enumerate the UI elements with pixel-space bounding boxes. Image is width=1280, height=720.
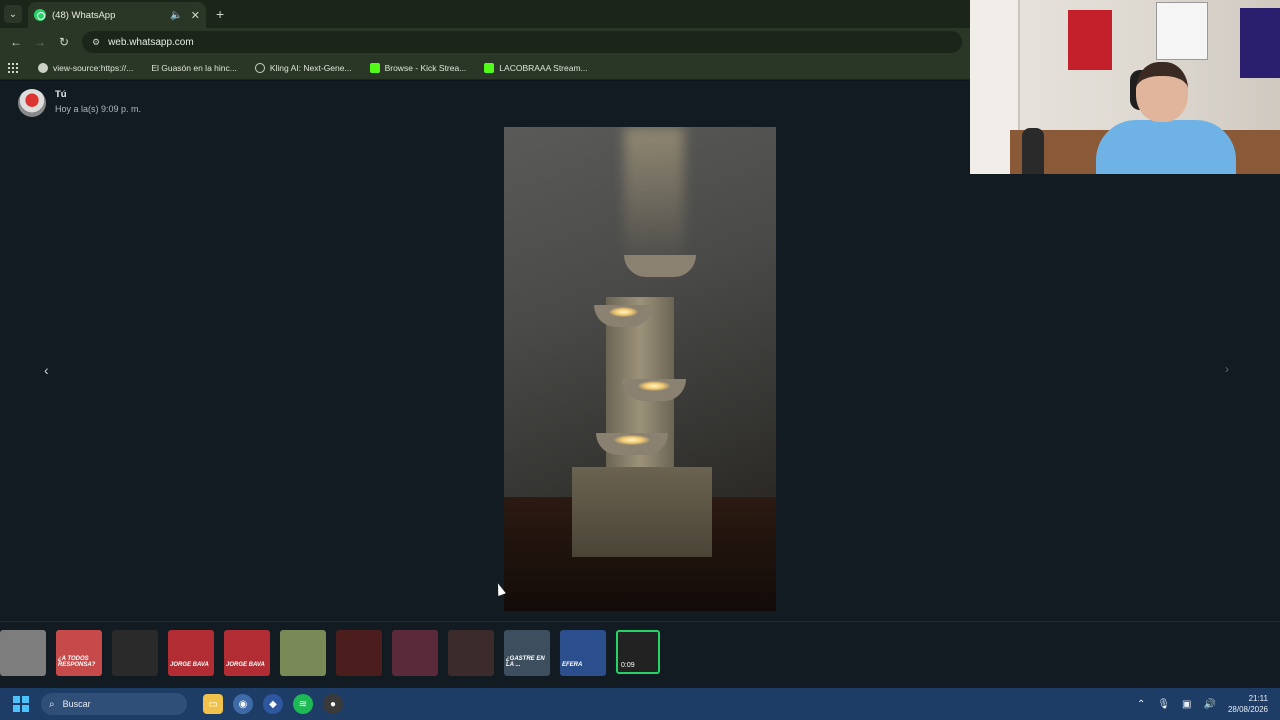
tab-title: (48) WhatsApp <box>52 9 116 21</box>
sent-time: Hoy a la(s) 9:09 p. m. <box>55 104 142 114</box>
chrome-icon[interactable]: ◉ <box>233 694 253 714</box>
forward-icon[interactable]: → <box>28 35 52 49</box>
apps-grid-icon[interactable] <box>8 62 18 73</box>
bookmark-kick-browse[interactable]: Browse - Kick Strea... <box>369 62 467 73</box>
bookmark-label: LACOBRAAA Stream... <box>499 62 588 73</box>
webcam-overlay <box>970 0 1280 174</box>
media-thumbnail[interactable] <box>112 630 158 676</box>
new-tab-icon[interactable]: + <box>216 6 224 22</box>
head <box>1136 62 1188 122</box>
media-thumbnail[interactable] <box>392 630 438 676</box>
streamer <box>1096 60 1236 174</box>
whatsapp-icon <box>34 9 46 21</box>
light-glow <box>624 127 684 267</box>
system-tray: ⌃ 🎙 ▣ 🔊 21:11 28/08/2026 <box>1137 688 1280 720</box>
clock-time: 21:11 <box>1248 694 1268 703</box>
close-tab-icon[interactable]: ✕ <box>191 9 200 22</box>
thumbnail-overlay-text: ¿GASTRE EN LA ... <box>506 656 545 668</box>
media-thumbnail-selected[interactable]: 0:09 <box>616 630 660 674</box>
bookmark-label: view-source:https://... <box>53 62 134 73</box>
media-thumbnail[interactable]: EFERA <box>560 630 606 676</box>
site-info-icon[interactable]: ⚙ <box>92 37 100 48</box>
volume-icon[interactable]: 🔊 <box>1204 699 1216 710</box>
media-thumbnail[interactable]: JORGE BAVA <box>224 630 270 676</box>
sender-name: Tú <box>55 89 67 100</box>
next-media-icon[interactable]: › <box>1225 362 1229 376</box>
network-icon[interactable]: ▣ <box>1182 699 1191 710</box>
media-thumbnail[interactable]: ¿A TODOS RESPONSA? <box>56 630 102 676</box>
bookmark-view-source[interactable]: view-source:https://... <box>38 62 134 73</box>
media-thumbnail[interactable]: JORGE BAVA <box>168 630 214 676</box>
fountain-bowl <box>624 255 696 277</box>
bookmark-label: Browse - Kick Strea... <box>384 62 467 73</box>
clock-date: 28/08/2026 <box>1227 705 1268 714</box>
shirt <box>1096 120 1236 174</box>
sender-info: Tú Hoy a la(s) 9:09 p. m. <box>18 89 141 117</box>
divider <box>0 621 1280 622</box>
search-placeholder: Buscar <box>62 699 91 709</box>
blue-jersey <box>1240 8 1280 78</box>
tab-whatsapp[interactable]: (48) WhatsApp 🔈 ✕ <box>28 2 206 28</box>
microphone-icon[interactable]: 🎙 <box>1157 699 1170 710</box>
taskbar-search-input[interactable]: ⌕ Buscar <box>41 693 187 715</box>
thumbnail-overlay-text: JORGE BAVA <box>226 662 265 668</box>
media-thumbnail[interactable] <box>280 630 326 676</box>
url-text: web.whatsapp.com <box>108 36 194 48</box>
bookmark-label: El Guasón en la hinc... <box>151 62 237 73</box>
media-thumbnail[interactable] <box>0 630 46 676</box>
media-thumbnail[interactable]: ¿GASTRE EN LA ... <box>504 630 550 676</box>
bookmark-kling[interactable]: Kling AI: Next-Gene... <box>254 62 352 73</box>
thumbnail-overlay-text: JORGE BAVA <box>170 662 209 668</box>
globe-icon <box>38 62 48 73</box>
speaker-icon[interactable]: 🔈 <box>170 10 182 21</box>
file-explorer-icon[interactable]: ▭ <box>203 694 223 714</box>
bookmark-guason[interactable]: El Guasón en la hinc... <box>151 63 237 73</box>
video-preview[interactable] <box>504 127 776 611</box>
thumbnail-overlay-text: EFERA <box>562 662 583 668</box>
fountain-base <box>572 467 712 557</box>
previous-media-icon[interactable]: ‹ <box>44 362 49 378</box>
url-input[interactable]: ⚙ web.whatsapp.com <box>82 31 962 53</box>
taskbar: ⌕ Buscar ▭ ◉ ◆ ≋ ● ⌃ 🎙 ▣ 🔊 21:11 28/08/2… <box>0 688 1280 720</box>
avatar[interactable] <box>18 89 46 117</box>
bookmark-lacobraaa[interactable]: LACOBRAAA Stream... <box>484 62 588 73</box>
search-icon: ⌕ <box>49 698 55 710</box>
bottle <box>1022 128 1044 174</box>
media-thumbnail-strip: ¿A TODOS RESPONSA? JORGE BAVA JORGE BAVA… <box>0 630 670 676</box>
bookmark-label: Kling AI: Next-Gene... <box>269 62 352 73</box>
poster <box>1156 2 1208 60</box>
clock[interactable]: 21:11 28/08/2026 <box>1228 693 1268 715</box>
recording-app-icon[interactable]: ● <box>323 694 343 714</box>
fountain <box>566 255 716 557</box>
video-duration: 0:09 <box>621 662 635 669</box>
fountain-bowl <box>622 379 686 401</box>
reload-icon[interactable]: ↻ <box>52 35 76 49</box>
spotify-icon[interactable]: ≋ <box>293 694 313 714</box>
chevron-up-icon[interactable]: ⌃ <box>1137 699 1145 710</box>
kick-icon <box>484 62 495 73</box>
windows-start-icon[interactable] <box>13 696 29 712</box>
media-thumbnail[interactable] <box>448 630 494 676</box>
app-icon[interactable]: ◆ <box>263 694 283 714</box>
fountain-bowl <box>596 433 668 455</box>
kling-icon <box>254 62 265 73</box>
tab-search-icon[interactable]: ⌄ <box>4 5 22 23</box>
media-thumbnail[interactable] <box>336 630 382 676</box>
thumbnail-overlay-text: ¿A TODOS RESPONSA? <box>58 656 96 668</box>
kick-icon <box>369 62 380 73</box>
back-icon[interactable]: ← <box>4 35 28 49</box>
